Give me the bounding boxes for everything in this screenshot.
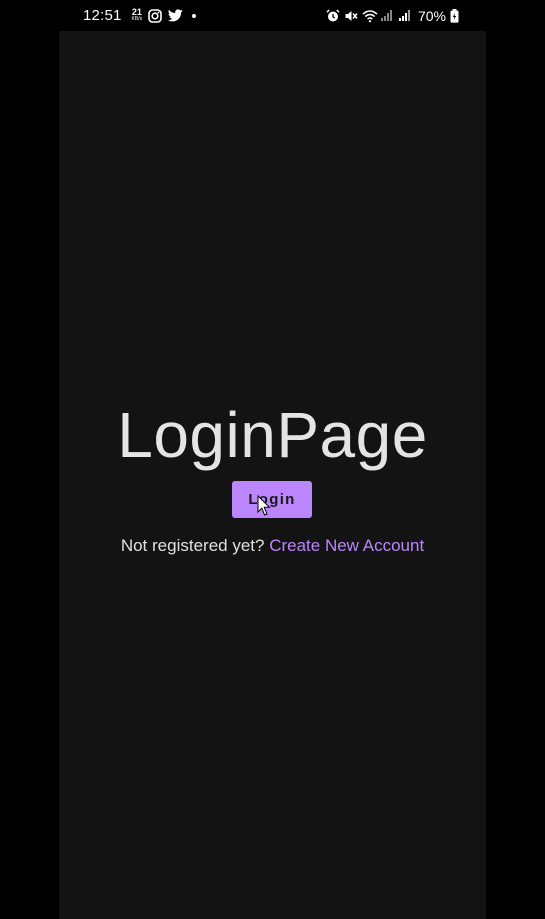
status-time: 12:51 [83, 7, 122, 24]
wifi-icon [362, 9, 378, 23]
login-button[interactable]: Login [232, 481, 312, 518]
network-speed: 21 KB/s [131, 6, 143, 23]
alarm-icon [326, 8, 340, 23]
signal-icon-2 [398, 9, 412, 23]
app-window: 12:51 21 KB/s 70% LoginPage Login Not re… [59, 0, 486, 919]
status-bar-left: 12:51 21 KB/s [83, 0, 197, 31]
register-question: Not registered yet? [120, 536, 265, 555]
create-account-link[interactable]: Create New Account [269, 536, 424, 555]
status-bar-right: 70% [326, 0, 464, 31]
screen: 12:51 21 KB/s 70% LoginPage Login Not re… [0, 0, 545, 919]
notification-dot [192, 13, 197, 18]
signal-icon [380, 9, 394, 23]
status-bar: 12:51 21 KB/s 70% [59, 0, 486, 31]
battery-percent: 70% [417, 7, 446, 24]
page-title: LoginPage [117, 399, 428, 471]
network-speed-value: 21 [131, 6, 142, 17]
battery-icon [450, 8, 464, 23]
mouse-cursor-icon [257, 494, 271, 517]
mute-icon [344, 9, 358, 23]
register-prompt: Not registered yet? Create New Account [59, 535, 486, 557]
instagram-icon [148, 8, 162, 23]
network-speed-unit: KB/s [131, 15, 143, 22]
twitter-icon [167, 8, 183, 23]
